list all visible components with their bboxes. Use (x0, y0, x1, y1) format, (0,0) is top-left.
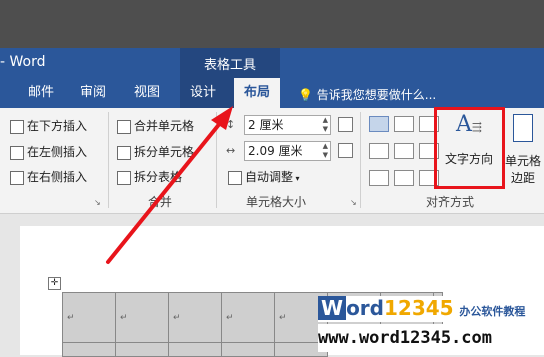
arrow-shaft (106, 115, 227, 264)
arrow-head-icon (211, 106, 233, 130)
red-arrow-annotation (106, 106, 233, 264)
